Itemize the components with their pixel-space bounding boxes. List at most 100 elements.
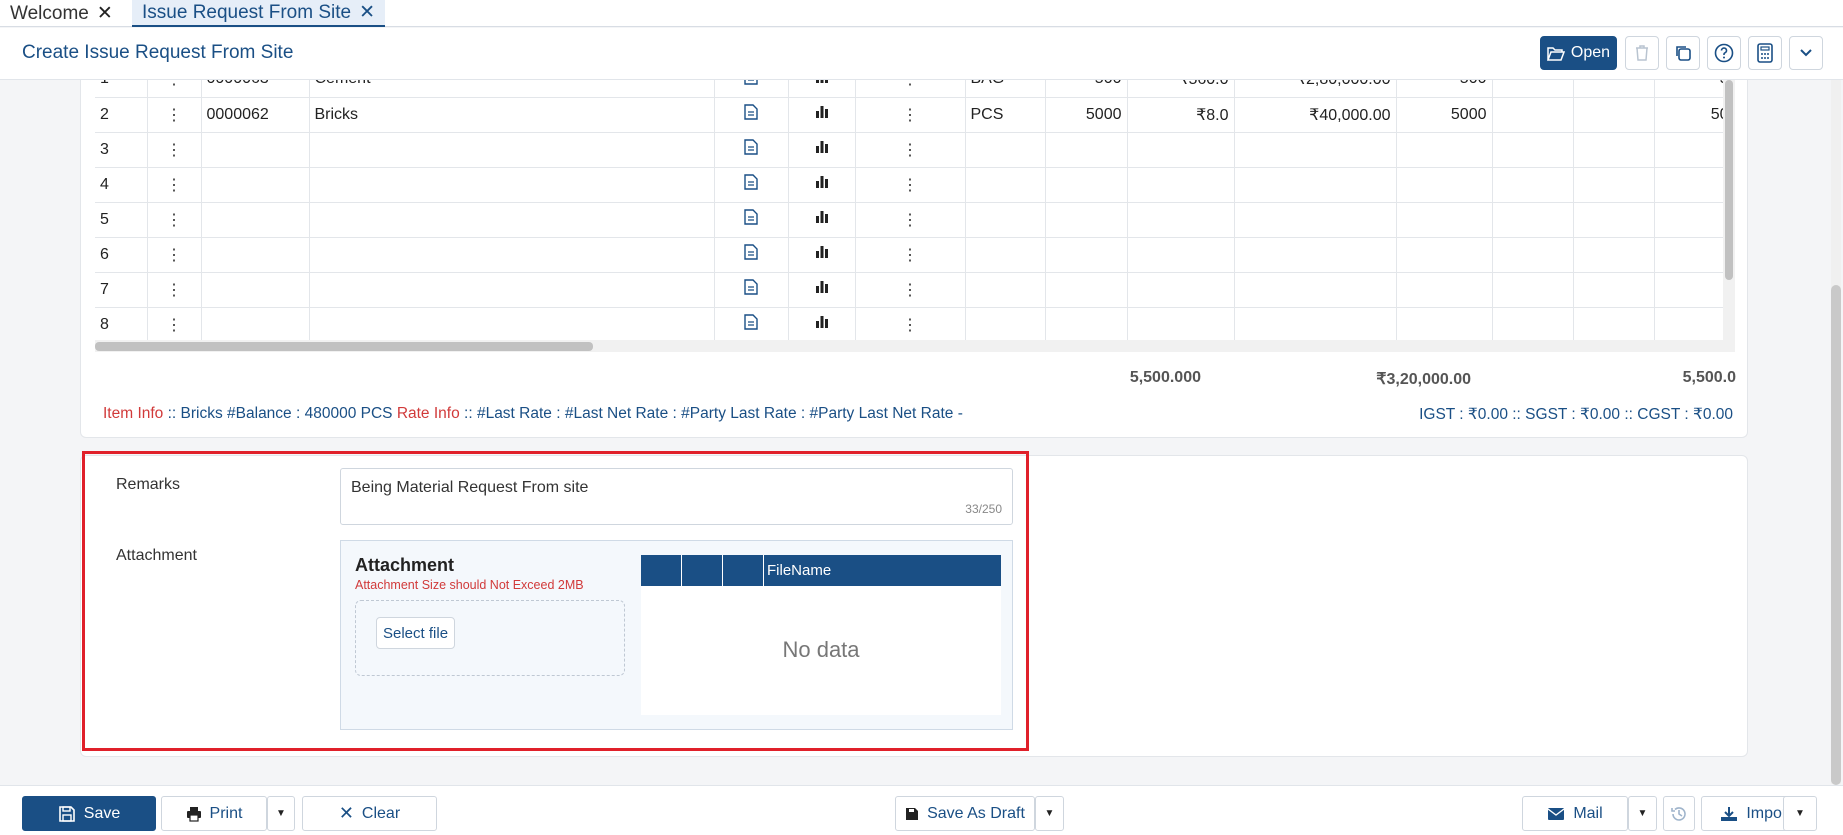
help-button[interactable] <box>1707 36 1741 70</box>
cell-qty2[interactable]: 5000 <box>1396 97 1493 133</box>
delete-button[interactable] <box>1625 36 1659 70</box>
cell-code[interactable] <box>201 132 310 168</box>
calculator-button[interactable] <box>1748 36 1782 70</box>
cell-last[interactable] <box>1654 237 1735 273</box>
cell-empty[interactable] <box>1492 167 1574 203</box>
row-menu-icon[interactable]: ⋮ <box>147 307 202 343</box>
cell-empty[interactable] <box>1492 97 1574 133</box>
cell-empty[interactable] <box>1573 202 1655 238</box>
row-menu-icon[interactable]: ⋮ <box>147 237 202 273</box>
table-row[interactable]: 1⋮0000063Cement⋮BAG500₹560.0₹2,80,000.00… <box>95 80 1735 98</box>
cell-qty[interactable] <box>1045 307 1128 343</box>
close-icon[interactable]: ✕ <box>97 4 113 23</box>
cell-empty[interactable] <box>1573 132 1655 168</box>
cell-qty[interactable] <box>1045 237 1128 273</box>
cell-empty[interactable] <box>1573 97 1655 133</box>
copy-button[interactable] <box>1666 36 1700 70</box>
cell-no[interactable]: 6 <box>95 237 148 273</box>
cell-rate[interactable] <box>1127 132 1235 168</box>
cell-unit[interactable]: PCS <box>965 97 1046 133</box>
cell-code[interactable] <box>201 272 310 308</box>
document-icon[interactable] <box>714 80 789 98</box>
cell-no[interactable]: 3 <box>95 132 148 168</box>
document-icon[interactable] <box>714 237 789 273</box>
cell-last[interactable]: 50 <box>1654 97 1735 133</box>
cell-empty[interactable] <box>1573 272 1655 308</box>
cell-qty2[interactable] <box>1396 132 1493 168</box>
cell-empty[interactable] <box>1573 167 1655 203</box>
cell-qty2[interactable] <box>1396 307 1493 343</box>
cell-rate[interactable]: ₹8.0 <box>1127 97 1235 133</box>
cell-code[interactable] <box>201 307 310 343</box>
document-icon[interactable] <box>714 97 789 133</box>
table-row[interactable]: 7 ⋮ ⋮ <box>95 272 1735 308</box>
stock-chart-icon[interactable] <box>788 80 856 98</box>
table-row[interactable]: 2 ⋮ 0000062 Bricks ⋮ PCS 5000 ₹8.0 ₹40,000.00 500… <box>95 97 1735 133</box>
cell-code[interactable] <box>201 237 310 273</box>
cell-no[interactable]: 2 <box>95 97 148 133</box>
cell-name[interactable]: Bricks <box>309 97 715 133</box>
row-options-icon[interactable]: ⋮ <box>855 80 966 98</box>
cell-qty2[interactable]: 500 <box>1396 80 1493 98</box>
cell-amount[interactable] <box>1234 307 1397 343</box>
cell-last[interactable] <box>1654 202 1735 238</box>
save-button[interactable]: Save <box>22 796 156 831</box>
cell-qty[interactable] <box>1045 132 1128 168</box>
cell-rate[interactable] <box>1127 237 1235 273</box>
cell-rate[interactable] <box>1127 202 1235 238</box>
table-row[interactable]: 3 ⋮ ⋮ <box>95 132 1735 168</box>
cell-last[interactable] <box>1654 307 1735 343</box>
stock-chart-icon[interactable] <box>788 307 856 343</box>
mail-button[interactable]: Mail <box>1522 796 1628 831</box>
cell-rate[interactable] <box>1127 307 1235 343</box>
cell-amount[interactable] <box>1234 202 1397 238</box>
cell-amount[interactable] <box>1234 272 1397 308</box>
document-icon[interactable] <box>714 167 789 203</box>
row-options-icon[interactable]: ⋮ <box>855 307 966 343</box>
draft-dropdown-button[interactable]: ▼ <box>1035 796 1064 831</box>
cell-amount[interactable] <box>1234 237 1397 273</box>
cell-empty[interactable] <box>1492 237 1574 273</box>
cell-no[interactable]: 1 <box>95 80 148 98</box>
cell-empty[interactable] <box>1573 237 1655 273</box>
grid-horizontal-scrollbar-thumb[interactable] <box>95 342 593 351</box>
table-row[interactable]: 6 ⋮ ⋮ <box>95 237 1735 273</box>
row-menu-icon[interactable]: ⋮ <box>147 97 202 133</box>
cell-qty2[interactable] <box>1396 272 1493 308</box>
cell-qty2[interactable] <box>1396 237 1493 273</box>
stock-chart-icon[interactable] <box>788 97 856 133</box>
cell-qty[interactable] <box>1045 202 1128 238</box>
row-options-icon[interactable]: ⋮ <box>855 132 966 168</box>
stock-chart-icon[interactable] <box>788 167 856 203</box>
cell-empty[interactable] <box>1492 132 1574 168</box>
print-dropdown-button[interactable]: ▼ <box>267 796 295 831</box>
stock-chart-icon[interactable] <box>788 237 856 273</box>
cell-empty[interactable] <box>1573 307 1655 343</box>
cell-code[interactable] <box>201 167 310 203</box>
clear-button[interactable]: ✕ Clear <box>302 796 437 831</box>
row-options-icon[interactable]: ⋮ <box>855 272 966 308</box>
cell-unit[interactable]: BAG <box>965 80 1046 98</box>
tab-issue-request[interactable]: Issue Request From Site ✕ <box>132 0 386 27</box>
cell-qty[interactable] <box>1045 272 1128 308</box>
cell-amount[interactable] <box>1234 167 1397 203</box>
document-icon[interactable] <box>714 307 789 343</box>
page-scrollbar-thumb[interactable] <box>1831 285 1841 785</box>
stock-chart-icon[interactable] <box>788 272 856 308</box>
cell-name[interactable]: Cement <box>309 80 715 98</box>
cell-last[interactable] <box>1654 167 1735 203</box>
cell-qty[interactable]: 500 <box>1045 80 1128 98</box>
tab-welcome[interactable]: Welcome ✕ <box>0 0 123 27</box>
cell-last[interactable] <box>1654 132 1735 168</box>
cell-qty[interactable] <box>1045 167 1128 203</box>
cell-name[interactable] <box>309 202 715 238</box>
cell-unit[interactable] <box>965 307 1046 343</box>
cell-name[interactable] <box>309 132 715 168</box>
row-menu-icon[interactable]: ⋮ <box>147 167 202 203</box>
cell-unit[interactable] <box>965 167 1046 203</box>
history-button[interactable] <box>1663 796 1695 831</box>
row-options-icon[interactable]: ⋮ <box>855 202 966 238</box>
cell-empty[interactable] <box>1492 272 1574 308</box>
open-button[interactable]: Open <box>1540 36 1617 70</box>
cell-rate[interactable]: ₹560.0 <box>1127 80 1235 98</box>
